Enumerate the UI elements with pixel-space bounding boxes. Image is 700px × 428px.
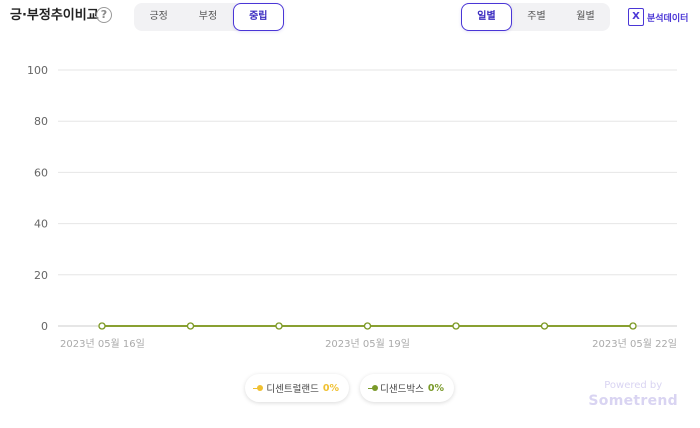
brand-logo-text: Sometrend (588, 393, 678, 409)
data-point-1-2023-05-17 (186, 322, 195, 330)
legend-series-name: 디샌드박스 (380, 384, 424, 395)
data-point-1-2023-05-21 (540, 322, 549, 330)
data-point-1-2023-05-18 (275, 322, 283, 330)
legend-marker-icon (253, 384, 264, 392)
y-tick-label-40: 40 (34, 218, 48, 231)
y-tick-label-0: 0 (41, 320, 48, 333)
powered-by-text: Powered by (604, 380, 663, 391)
legend-series-percent: 0% (427, 382, 444, 394)
y-tick-label-60: 60 (34, 166, 48, 179)
y-tick-label-100: 100 (27, 64, 48, 77)
legend-item-decentraland[interactable]: 디센트럴랜드 0% (245, 374, 349, 402)
legend-series-name: 디센트럴랜드 (266, 384, 319, 395)
legend-marker-icon (368, 384, 379, 392)
data-point-1-2023-05-16 (98, 322, 106, 330)
trend-line-chart: 020406080100 2023년 05월 16일 2023년 05월 19일 2… (27, 64, 677, 350)
y-tick-label-80: 80 (34, 115, 48, 128)
x-tick-label-2023-05-22: 2023년 05월 22일 (592, 338, 677, 350)
x-tick-label-2023-05-19: 2023년 05월 19일 (325, 338, 410, 350)
legend-item-sandbox[interactable]: 디샌드박스 0% (360, 374, 454, 402)
x-axis-ticks: 2023년 05월 16일 2023년 05월 19일 2023년 05월 22일 (60, 338, 677, 350)
chart-grid (58, 69, 677, 327)
x-tick-label-2023-05-16: 2023년 05월 16일 (60, 338, 145, 350)
data-point-1-2023-05-20 (452, 322, 460, 330)
chart-series (98, 322, 637, 330)
data-point-1-2023-05-19 (363, 322, 372, 330)
powered-by-logo: Powered by Sometrend (588, 380, 678, 410)
y-tick-label-20: 20 (34, 269, 48, 282)
legend-series-percent: 0% (322, 382, 339, 394)
y-axis-ticks: 0 20 40 60 80 100 (27, 64, 48, 333)
data-point-1-2023-05-22 (629, 322, 637, 330)
